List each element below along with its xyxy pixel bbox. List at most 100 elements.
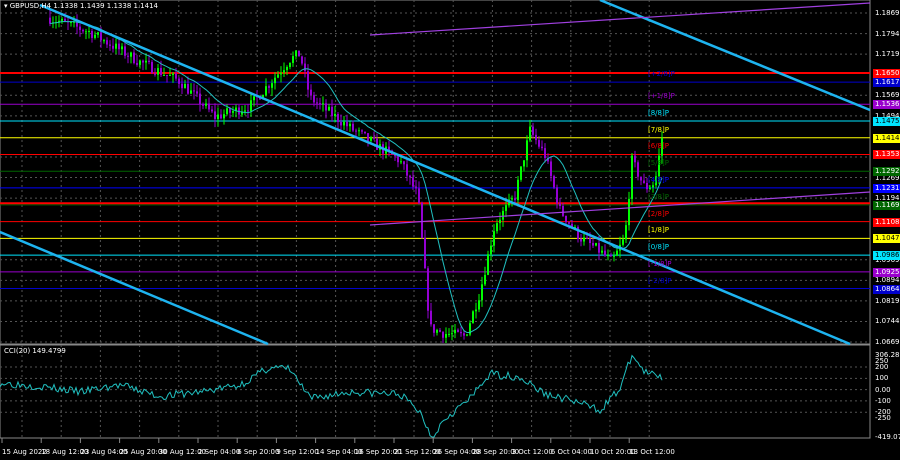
candle-body	[187, 84, 189, 94]
candle-body	[328, 106, 330, 111]
candle-body	[121, 46, 123, 50]
candle-body	[91, 30, 93, 38]
candle-body	[412, 177, 414, 187]
candle-body	[604, 250, 606, 256]
candle-body	[280, 72, 282, 75]
candle-body	[301, 56, 303, 64]
candle-body	[634, 155, 636, 163]
candle-body	[562, 206, 564, 216]
murray-label: [0/8]P	[648, 243, 669, 252]
level-price-badge: 1.1108	[873, 217, 900, 227]
candle-body	[109, 44, 111, 46]
candle-body	[205, 103, 207, 106]
candle-body	[427, 268, 429, 311]
candle-body	[61, 18, 63, 21]
cci-panel-frame	[0, 344, 871, 439]
candle-body	[490, 245, 492, 255]
candle-body	[343, 121, 345, 126]
candle-body	[454, 329, 456, 334]
level-price-badge: 1.1169	[873, 200, 900, 210]
candle-body	[154, 73, 156, 75]
candle-body	[376, 138, 378, 150]
candle-body	[346, 121, 348, 127]
candle-body	[274, 77, 276, 84]
candle-body	[220, 114, 222, 119]
candle-body	[442, 331, 444, 338]
candle-body	[193, 90, 195, 92]
candle-body	[631, 155, 633, 199]
candle-body	[112, 45, 114, 49]
candle-body	[439, 329, 441, 332]
candle-body	[580, 238, 582, 242]
candle-body	[313, 95, 315, 103]
candle-body	[340, 122, 342, 126]
candle-body	[637, 162, 639, 177]
level-price-badge: 1.1650	[873, 69, 900, 79]
trend-channel-line	[39, 3, 851, 346]
candle-body	[217, 114, 219, 119]
cci-tick-label: 100	[875, 374, 889, 383]
candle-body	[595, 243, 597, 246]
candle-body	[292, 56, 294, 63]
candle-body	[478, 300, 480, 310]
candle-body	[424, 237, 426, 269]
level-price-badge: 1.1353	[873, 150, 900, 160]
candle-body	[85, 31, 87, 33]
price-tick-label: 1.1794	[875, 29, 900, 38]
cci-tick-label: -250	[875, 413, 891, 422]
candle-body	[607, 255, 609, 257]
candle-body	[277, 74, 279, 78]
candle-body	[304, 63, 306, 72]
candle-body	[535, 134, 537, 141]
price-tick-label: 1.1569	[875, 91, 900, 100]
candle-body	[565, 215, 567, 223]
candle-body	[319, 103, 321, 105]
candle-body	[49, 17, 51, 24]
candle-body	[496, 223, 498, 232]
murray-label: [5/8]P	[648, 159, 669, 168]
candle-body	[652, 185, 654, 188]
candle-body	[94, 34, 96, 38]
candle-body	[415, 186, 417, 189]
murray-label: [+2/8]P	[648, 70, 675, 79]
candle-body	[184, 84, 186, 89]
candle-body	[568, 222, 570, 224]
price-tick-label: 1.0819	[875, 296, 900, 305]
candle-body	[334, 113, 336, 117]
candle-body	[130, 52, 132, 57]
cci-tick-label: 200	[875, 363, 889, 371]
candle-body	[196, 91, 198, 94]
candle-body	[433, 324, 435, 333]
price-chart[interactable]	[0, 0, 900, 460]
candle-body	[472, 311, 474, 324]
candle-body	[400, 161, 402, 163]
candle-body	[145, 60, 147, 63]
candle-body	[70, 22, 72, 24]
trend-channel-line	[599, 0, 871, 112]
candle-body	[175, 73, 177, 79]
time-label: 3 Oct 12:00	[511, 448, 553, 456]
candle-body	[517, 179, 519, 201]
price-tick-label: 1.0669	[875, 338, 900, 346]
candle-body	[322, 103, 324, 105]
candle-body	[331, 106, 333, 117]
candle-body	[160, 68, 162, 76]
candle-body	[244, 110, 246, 112]
level-price-badge: 1.1475	[873, 117, 900, 127]
candle-body	[337, 113, 339, 123]
cci-line	[0, 354, 663, 438]
candle-body	[139, 60, 141, 65]
candle-body	[253, 96, 255, 101]
candle-body	[625, 225, 627, 240]
murray-label: [7/8]P	[648, 125, 669, 134]
candle-body	[448, 333, 450, 335]
candle-body	[421, 202, 423, 238]
time-label: 13 Oct 12:00	[629, 448, 675, 456]
price-tick-label: 1.1719	[875, 50, 900, 59]
chart-title: ▾ GBPUSD,H4 1.1338 1.1439 1.1338 1.1414	[4, 2, 158, 10]
candle-body	[214, 111, 216, 119]
candle-body	[373, 137, 375, 139]
candle-body	[403, 161, 405, 165]
candle-body	[616, 250, 618, 256]
candle-body	[532, 126, 534, 135]
